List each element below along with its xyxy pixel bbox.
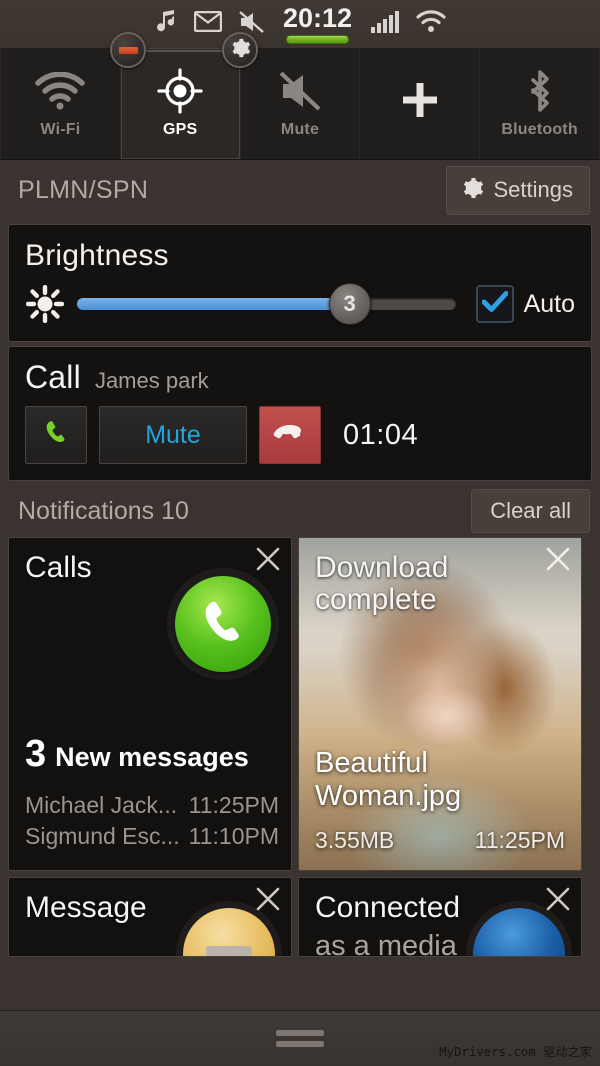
call-mute-label: Mute <box>145 420 201 449</box>
call-time: 11:25PM <box>188 791 279 818</box>
close-icon[interactable] <box>543 544 573 574</box>
envelope-icon <box>193 10 223 37</box>
toggle-label: Mute <box>280 120 320 138</box>
calls-count: 3 New messages <box>25 733 249 776</box>
call-time: 11:10PM <box>188 822 279 849</box>
wifi-icon <box>416 10 446 38</box>
card-title: Download complete <box>315 551 449 617</box>
brightness-sun-icon <box>25 285 65 323</box>
calls-item-list: Michael Jack... 11:25PM Sigmund Esc... 1… <box>25 790 279 852</box>
connected-card[interactable]: Connected as a media <box>298 877 582 957</box>
toggle-wifi[interactable]: Wi-Fi <box>0 48 121 159</box>
message-card[interactable]: Message <box>8 877 292 957</box>
drag-handle-icon <box>276 1041 324 1047</box>
list-item: Michael Jack... 11:25PM <box>25 790 279 821</box>
call-answer-button[interactable] <box>25 406 87 464</box>
close-icon[interactable] <box>543 884 573 914</box>
phone-handset-icon <box>41 418 71 453</box>
calls-count-text: New messages <box>55 742 249 772</box>
toggle-gps[interactable]: GPS <box>120 48 241 159</box>
call-timer: 01:04 <box>343 418 419 451</box>
clear-all-button[interactable]: Clear all <box>471 489 590 533</box>
auto-checkbox[interactable] <box>475 285 514 323</box>
toggle-bluetooth[interactable]: Bluetooth <box>480 48 600 159</box>
notifications-header: Notifications 10 Clear all <box>0 485 600 537</box>
toggle-label: GPS <box>163 120 198 138</box>
gear-badge[interactable] <box>222 32 258 68</box>
close-icon[interactable] <box>253 884 283 914</box>
settings-label: Settings <box>493 177 574 202</box>
call-panel: Call James park Mute 01:04 <box>8 346 592 481</box>
notification-list: Calls 3 New messages Michael Jack... 11:… <box>0 537 600 957</box>
calls-count-number: 3 <box>25 733 47 775</box>
auto-label: Auto <box>523 289 575 318</box>
phone-hangup-icon <box>273 422 307 449</box>
minus-badge[interactable] <box>110 32 146 68</box>
brightness-row: 3 Auto <box>25 283 575 325</box>
close-icon[interactable] <box>253 544 283 574</box>
call-actions: Mute 01:04 <box>25 406 575 464</box>
toggle-mute[interactable]: Mute <box>241 48 361 159</box>
orange-message-circle-icon <box>183 908 275 956</box>
wifi-icon <box>35 69 86 113</box>
brightness-title: Brightness <box>25 239 169 272</box>
notification-shade: 20:12 Wi-Fi GPS Mute Bluetooth PLMN/SPN … <box>0 0 600 1066</box>
download-card[interactable]: Download complete Beautiful Woman.jpg 3.… <box>298 537 582 871</box>
slider-fill <box>77 298 350 310</box>
status-bar: 20:12 <box>0 0 600 48</box>
brightness-slider[interactable]: 3 <box>77 283 456 325</box>
card-subtitle: as a media <box>315 930 457 957</box>
card-title: Connected <box>315 891 461 924</box>
gps-target-icon <box>157 67 203 114</box>
list-item: Sigmund Esc... 11:10PM <box>25 821 279 852</box>
notifications-title: Notifications 10 <box>18 496 189 525</box>
green-phone-circle-icon <box>175 576 271 672</box>
gear-icon <box>229 37 251 64</box>
quick-toggle-row: Wi-Fi GPS Mute Bluetooth <box>0 48 600 160</box>
auto-brightness-control[interactable]: Auto <box>475 285 575 323</box>
call-sender: Sigmund Esc... <box>25 822 180 849</box>
bluetooth-icon <box>523 69 557 113</box>
calls-card[interactable]: Calls 3 New messages Michael Jack... 11:… <box>8 537 292 871</box>
status-clock: 20:12 <box>282 2 353 44</box>
slider-thumb[interactable]: 3 <box>328 283 371 325</box>
watermark: MyDrivers.com 驱动之家 <box>439 1045 592 1059</box>
card-title: Message <box>25 891 147 924</box>
call-mute-button[interactable]: Mute <box>99 406 247 464</box>
signal-bars-icon <box>370 10 400 39</box>
plus-icon <box>397 78 443 122</box>
call-contact-name: James park <box>94 368 209 393</box>
battery-indicator <box>286 34 349 44</box>
toggle-label: Wi-Fi <box>40 120 81 138</box>
call-title: Call <box>25 359 81 395</box>
blue-usb-circle-icon <box>473 908 565 956</box>
download-filename: Beautiful Woman.jpg <box>315 747 462 812</box>
download-time: 11:25PM <box>474 827 565 853</box>
mute-slash-icon <box>277 69 323 113</box>
download-size: 3.55MB <box>315 827 395 853</box>
call-sender: Michael Jack... <box>25 791 178 818</box>
music-note-icon <box>154 9 178 40</box>
download-meta: 3.55MB 11:25PM <box>315 827 565 854</box>
check-icon <box>481 290 509 318</box>
minus-icon <box>118 46 138 54</box>
drag-handle-icon <box>276 1030 324 1036</box>
toggle-add[interactable] <box>360 48 481 159</box>
settings-button[interactable]: Settings <box>445 165 590 215</box>
brightness-panel: Brightness 3 Auto <box>8 224 592 342</box>
call-header: Call James park <box>25 359 575 396</box>
clock-text: 20:12 <box>282 2 353 33</box>
card-title: Calls <box>25 551 92 584</box>
carrier-label: PLMN/SPN <box>18 175 149 204</box>
status-icons-right <box>370 10 446 39</box>
carrier-bar: PLMN/SPN Settings <box>0 160 600 220</box>
call-end-button[interactable] <box>259 406 321 464</box>
toggle-label: Bluetooth <box>501 120 578 138</box>
gear-icon <box>460 176 484 205</box>
